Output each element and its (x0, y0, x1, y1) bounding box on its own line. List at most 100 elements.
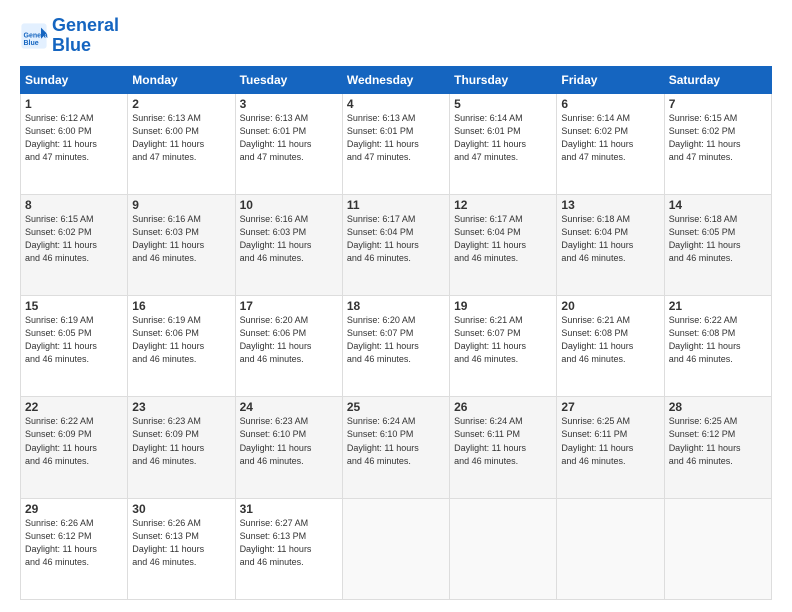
day-info: Sunrise: 6:18 AM Sunset: 6:05 PM Dayligh… (669, 213, 767, 265)
day-info: Sunrise: 6:24 AM Sunset: 6:11 PM Dayligh… (454, 415, 552, 467)
calendar-cell (557, 498, 664, 599)
calendar-cell: 28Sunrise: 6:25 AM Sunset: 6:12 PM Dayli… (664, 397, 771, 498)
day-number: 11 (347, 198, 445, 212)
day-info: Sunrise: 6:22 AM Sunset: 6:09 PM Dayligh… (25, 415, 123, 467)
calendar-cell: 9Sunrise: 6:16 AM Sunset: 6:03 PM Daylig… (128, 194, 235, 295)
day-number: 19 (454, 299, 552, 313)
calendar-cell: 19Sunrise: 6:21 AM Sunset: 6:07 PM Dayli… (450, 296, 557, 397)
calendar-week: 8Sunrise: 6:15 AM Sunset: 6:02 PM Daylig… (21, 194, 772, 295)
svg-text:Blue: Blue (24, 40, 39, 47)
calendar-cell: 10Sunrise: 6:16 AM Sunset: 6:03 PM Dayli… (235, 194, 342, 295)
header: General Blue GeneralBlue (20, 16, 772, 56)
day-header: Sunday (21, 66, 128, 93)
day-number: 27 (561, 400, 659, 414)
calendar-cell: 5Sunrise: 6:14 AM Sunset: 6:01 PM Daylig… (450, 93, 557, 194)
calendar-cell: 3Sunrise: 6:13 AM Sunset: 6:01 PM Daylig… (235, 93, 342, 194)
day-number: 24 (240, 400, 338, 414)
calendar-cell: 12Sunrise: 6:17 AM Sunset: 6:04 PM Dayli… (450, 194, 557, 295)
calendar-cell: 2Sunrise: 6:13 AM Sunset: 6:00 PM Daylig… (128, 93, 235, 194)
day-number: 16 (132, 299, 230, 313)
day-number: 21 (669, 299, 767, 313)
day-info: Sunrise: 6:23 AM Sunset: 6:09 PM Dayligh… (132, 415, 230, 467)
calendar-cell: 11Sunrise: 6:17 AM Sunset: 6:04 PM Dayli… (342, 194, 449, 295)
day-info: Sunrise: 6:17 AM Sunset: 6:04 PM Dayligh… (347, 213, 445, 265)
day-number: 13 (561, 198, 659, 212)
calendar-cell: 24Sunrise: 6:23 AM Sunset: 6:10 PM Dayli… (235, 397, 342, 498)
calendar-cell: 17Sunrise: 6:20 AM Sunset: 6:06 PM Dayli… (235, 296, 342, 397)
calendar-week: 1Sunrise: 6:12 AM Sunset: 6:00 PM Daylig… (21, 93, 772, 194)
calendar-cell: 21Sunrise: 6:22 AM Sunset: 6:08 PM Dayli… (664, 296, 771, 397)
calendar-cell: 31Sunrise: 6:27 AM Sunset: 6:13 PM Dayli… (235, 498, 342, 599)
calendar-cell: 23Sunrise: 6:23 AM Sunset: 6:09 PM Dayli… (128, 397, 235, 498)
day-info: Sunrise: 6:23 AM Sunset: 6:10 PM Dayligh… (240, 415, 338, 467)
day-header: Tuesday (235, 66, 342, 93)
day-number: 29 (25, 502, 123, 516)
day-info: Sunrise: 6:26 AM Sunset: 6:13 PM Dayligh… (132, 517, 230, 569)
calendar-cell: 1Sunrise: 6:12 AM Sunset: 6:00 PM Daylig… (21, 93, 128, 194)
day-number: 12 (454, 198, 552, 212)
day-number: 2 (132, 97, 230, 111)
day-info: Sunrise: 6:20 AM Sunset: 6:06 PM Dayligh… (240, 314, 338, 366)
day-info: Sunrise: 6:15 AM Sunset: 6:02 PM Dayligh… (669, 112, 767, 164)
day-number: 20 (561, 299, 659, 313)
day-info: Sunrise: 6:14 AM Sunset: 6:01 PM Dayligh… (454, 112, 552, 164)
day-info: Sunrise: 6:13 AM Sunset: 6:01 PM Dayligh… (347, 112, 445, 164)
calendar-cell: 8Sunrise: 6:15 AM Sunset: 6:02 PM Daylig… (21, 194, 128, 295)
calendar-cell: 20Sunrise: 6:21 AM Sunset: 6:08 PM Dayli… (557, 296, 664, 397)
calendar-cell: 26Sunrise: 6:24 AM Sunset: 6:11 PM Dayli… (450, 397, 557, 498)
day-info: Sunrise: 6:24 AM Sunset: 6:10 PM Dayligh… (347, 415, 445, 467)
calendar-cell: 25Sunrise: 6:24 AM Sunset: 6:10 PM Dayli… (342, 397, 449, 498)
day-number: 14 (669, 198, 767, 212)
day-number: 25 (347, 400, 445, 414)
day-header: Friday (557, 66, 664, 93)
day-number: 9 (132, 198, 230, 212)
calendar-cell: 27Sunrise: 6:25 AM Sunset: 6:11 PM Dayli… (557, 397, 664, 498)
day-number: 6 (561, 97, 659, 111)
day-info: Sunrise: 6:14 AM Sunset: 6:02 PM Dayligh… (561, 112, 659, 164)
logo: General Blue GeneralBlue (20, 16, 119, 56)
calendar-cell: 4Sunrise: 6:13 AM Sunset: 6:01 PM Daylig… (342, 93, 449, 194)
calendar-cell: 6Sunrise: 6:14 AM Sunset: 6:02 PM Daylig… (557, 93, 664, 194)
calendar-table: SundayMondayTuesdayWednesdayThursdayFrid… (20, 66, 772, 600)
day-number: 23 (132, 400, 230, 414)
day-info: Sunrise: 6:25 AM Sunset: 6:11 PM Dayligh… (561, 415, 659, 467)
day-info: Sunrise: 6:15 AM Sunset: 6:02 PM Dayligh… (25, 213, 123, 265)
day-info: Sunrise: 6:27 AM Sunset: 6:13 PM Dayligh… (240, 517, 338, 569)
calendar-cell: 14Sunrise: 6:18 AM Sunset: 6:05 PM Dayli… (664, 194, 771, 295)
day-header: Thursday (450, 66, 557, 93)
day-info: Sunrise: 6:19 AM Sunset: 6:05 PM Dayligh… (25, 314, 123, 366)
day-number: 10 (240, 198, 338, 212)
calendar-cell: 18Sunrise: 6:20 AM Sunset: 6:07 PM Dayli… (342, 296, 449, 397)
calendar-cell: 7Sunrise: 6:15 AM Sunset: 6:02 PM Daylig… (664, 93, 771, 194)
calendar-cell: 22Sunrise: 6:22 AM Sunset: 6:09 PM Dayli… (21, 397, 128, 498)
logo-icon: General Blue (20, 22, 48, 50)
day-number: 31 (240, 502, 338, 516)
logo-text: GeneralBlue (52, 16, 119, 56)
day-info: Sunrise: 6:17 AM Sunset: 6:04 PM Dayligh… (454, 213, 552, 265)
day-number: 26 (454, 400, 552, 414)
day-number: 1 (25, 97, 123, 111)
calendar-cell: 13Sunrise: 6:18 AM Sunset: 6:04 PM Dayli… (557, 194, 664, 295)
day-number: 18 (347, 299, 445, 313)
calendar-week: 22Sunrise: 6:22 AM Sunset: 6:09 PM Dayli… (21, 397, 772, 498)
day-header: Monday (128, 66, 235, 93)
calendar-cell: 29Sunrise: 6:26 AM Sunset: 6:12 PM Dayli… (21, 498, 128, 599)
calendar-cell (450, 498, 557, 599)
calendar-week: 15Sunrise: 6:19 AM Sunset: 6:05 PM Dayli… (21, 296, 772, 397)
day-number: 3 (240, 97, 338, 111)
day-number: 30 (132, 502, 230, 516)
calendar-cell: 15Sunrise: 6:19 AM Sunset: 6:05 PM Dayli… (21, 296, 128, 397)
day-header: Saturday (664, 66, 771, 93)
day-number: 28 (669, 400, 767, 414)
day-info: Sunrise: 6:16 AM Sunset: 6:03 PM Dayligh… (240, 213, 338, 265)
day-info: Sunrise: 6:13 AM Sunset: 6:00 PM Dayligh… (132, 112, 230, 164)
day-info: Sunrise: 6:18 AM Sunset: 6:04 PM Dayligh… (561, 213, 659, 265)
day-number: 22 (25, 400, 123, 414)
calendar-cell: 30Sunrise: 6:26 AM Sunset: 6:13 PM Dayli… (128, 498, 235, 599)
day-info: Sunrise: 6:25 AM Sunset: 6:12 PM Dayligh… (669, 415, 767, 467)
calendar-cell (664, 498, 771, 599)
page: General Blue GeneralBlue SundayMondayTue… (0, 0, 792, 612)
calendar-week: 29Sunrise: 6:26 AM Sunset: 6:12 PM Dayli… (21, 498, 772, 599)
day-number: 5 (454, 97, 552, 111)
day-number: 8 (25, 198, 123, 212)
